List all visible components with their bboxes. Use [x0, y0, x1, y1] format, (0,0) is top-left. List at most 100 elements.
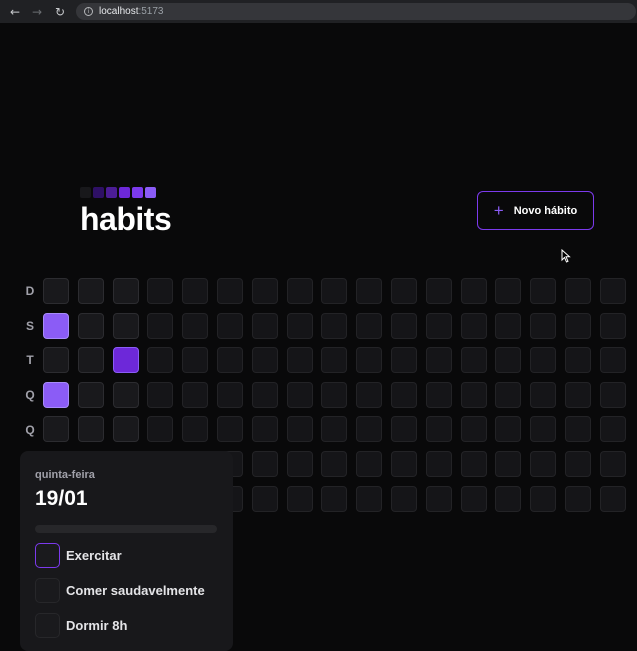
day-cell [460, 347, 487, 374]
habit-checkbox[interactable] [35, 543, 60, 568]
day-cell [286, 450, 313, 477]
day-cell [356, 347, 383, 374]
mouse-cursor-icon [561, 249, 571, 263]
day-cell[interactable] [43, 347, 69, 374]
day-cell[interactable] [112, 416, 139, 443]
day-cell[interactable] [43, 416, 69, 443]
day-cell [286, 312, 313, 339]
day-cell [356, 485, 383, 512]
day-cell [147, 347, 174, 374]
day-cell [425, 312, 452, 339]
day-cell [599, 347, 626, 374]
logo-square [80, 187, 91, 198]
day-cell [599, 312, 626, 339]
weekday-label: Q [25, 388, 35, 402]
day-cell [390, 485, 417, 512]
back-arrow-icon[interactable]: ← [5, 2, 25, 22]
day-cell [530, 278, 557, 304]
day-cell [251, 381, 278, 408]
day-cell [182, 347, 209, 374]
day-cell [251, 278, 278, 304]
day-cell [390, 278, 417, 304]
day-cell [495, 312, 522, 339]
weekday-label: S [25, 319, 34, 333]
day-cell [460, 278, 487, 304]
day-cell [251, 347, 278, 374]
day-cell [286, 381, 313, 408]
day-cell [216, 278, 243, 304]
popover-date: 19/01 [35, 487, 88, 510]
day-cell [564, 485, 591, 512]
new-habit-button[interactable]: + Novo hábito [477, 191, 594, 230]
forward-arrow-icon[interactable]: → [27, 2, 47, 22]
habit-label: Comer saudavelmente [66, 583, 205, 598]
day-cell [286, 278, 313, 304]
day-popover: quinta-feira 19/01 Exercitar Comer sauda… [20, 451, 233, 651]
day-cell[interactable] [77, 278, 104, 304]
day-cell [564, 381, 591, 408]
habit-item[interactable]: Exercitar [35, 543, 218, 568]
app-logo: habits [80, 201, 172, 237]
day-cell [321, 278, 348, 304]
day-cell [216, 381, 243, 408]
day-cell [251, 450, 278, 477]
day-cell [356, 450, 383, 477]
day-cell[interactable] [112, 278, 139, 304]
habit-item[interactable]: Comer saudavelmente [35, 578, 218, 603]
day-cell [564, 278, 591, 304]
day-cell [564, 312, 591, 339]
day-cell[interactable] [43, 381, 69, 408]
day-cell [147, 278, 174, 304]
url-host: localhost [99, 6, 139, 17]
day-cell [495, 347, 522, 374]
day-cell [390, 381, 417, 408]
day-cell[interactable] [112, 312, 139, 339]
logo-squares-icon [80, 187, 156, 198]
logo-square [132, 187, 143, 198]
day-cell [286, 485, 313, 512]
day-cell[interactable] [43, 312, 69, 339]
logo-square [93, 187, 104, 198]
day-cell [216, 416, 243, 443]
day-cell[interactable] [77, 416, 104, 443]
day-cell [321, 450, 348, 477]
day-cell [356, 312, 383, 339]
day-cell [599, 485, 626, 512]
day-cell [356, 416, 383, 443]
habit-item[interactable]: Dormir 8h [35, 613, 218, 638]
day-cell [286, 347, 313, 374]
day-cell [425, 485, 452, 512]
day-cell [251, 416, 278, 443]
day-cell [495, 381, 522, 408]
day-cell [356, 278, 383, 304]
habit-label: Exercitar [66, 548, 122, 563]
popover-weekday: quinta-feira [35, 469, 95, 481]
day-cell[interactable] [77, 381, 104, 408]
day-cell [460, 381, 487, 408]
habit-label: Dormir 8h [66, 618, 128, 633]
info-icon[interactable]: i [84, 7, 93, 16]
day-cell [599, 278, 626, 304]
day-cell[interactable] [77, 347, 104, 374]
day-cell [182, 416, 209, 443]
habit-checkbox[interactable] [35, 578, 60, 603]
day-cell[interactable] [112, 381, 139, 408]
day-cell [356, 381, 383, 408]
address-bar[interactable]: i localhost:5173 [76, 3, 636, 20]
weekday-label: T [26, 353, 34, 367]
day-cell [530, 485, 557, 512]
reload-icon[interactable]: ↻ [50, 2, 70, 22]
day-cell[interactable] [77, 312, 104, 339]
day-cell [390, 416, 417, 443]
day-cell [599, 450, 626, 477]
day-cell[interactable] [43, 278, 69, 304]
day-cell [425, 450, 452, 477]
day-cell [564, 416, 591, 443]
day-cell [286, 416, 313, 443]
day-cell[interactable] [112, 347, 139, 374]
day-cell [495, 450, 522, 477]
day-cell [425, 381, 452, 408]
habit-checkbox[interactable] [35, 613, 60, 638]
day-cell [495, 416, 522, 443]
day-cell [460, 485, 487, 512]
